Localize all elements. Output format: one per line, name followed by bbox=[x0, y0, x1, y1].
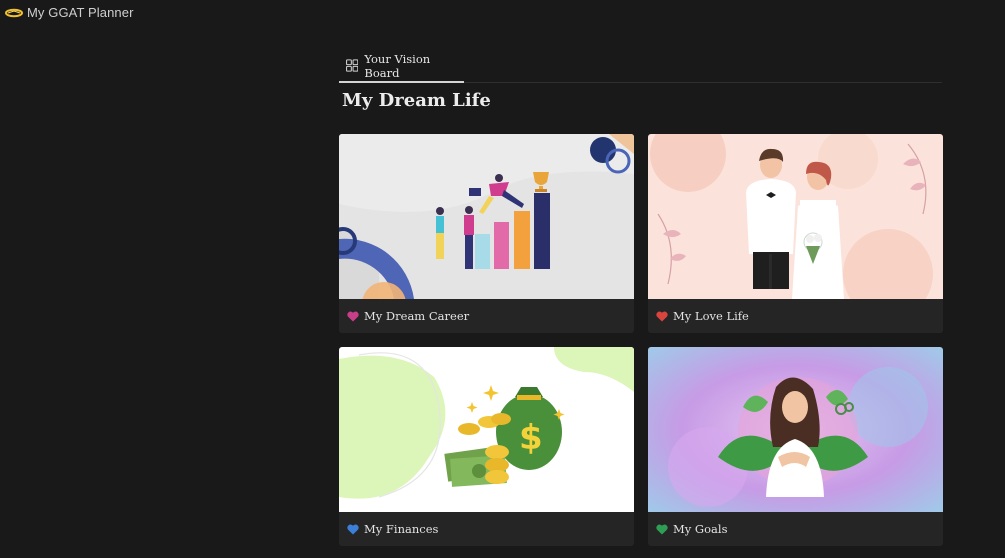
svg-text:$: $ bbox=[519, 418, 543, 458]
card-label: My Dream Career bbox=[364, 309, 470, 323]
gallery-grid-icon bbox=[346, 59, 359, 72]
blue-heart-icon bbox=[347, 524, 359, 534]
card-label-row: My Goals bbox=[648, 512, 943, 546]
card-label: My Finances bbox=[364, 522, 439, 536]
page-title: My Dream Life bbox=[342, 90, 491, 111]
love-cover-image bbox=[648, 134, 943, 299]
tab-label: Your Vision Board bbox=[364, 51, 431, 80]
card-label-row: My Finances bbox=[339, 512, 634, 546]
career-cover-image bbox=[339, 134, 634, 299]
card-my-dream-career[interactable]: My Dream Career bbox=[339, 134, 634, 333]
card-label: My Goals bbox=[673, 522, 728, 536]
view-tabs: Your Vision Board bbox=[339, 50, 942, 83]
finances-cover-image: $ bbox=[339, 347, 634, 512]
card-label: My Love Life bbox=[673, 309, 749, 323]
goals-cover-image bbox=[648, 347, 943, 512]
card-my-love-life[interactable]: My Love Life bbox=[648, 134, 943, 333]
halo-logo-icon bbox=[5, 8, 23, 18]
pink-heart-icon bbox=[347, 311, 359, 321]
app-title[interactable]: My GGAT Planner bbox=[27, 5, 134, 20]
card-label-row: My Love Life bbox=[648, 299, 943, 333]
card-label-row: My Dream Career bbox=[339, 299, 634, 333]
card-my-goals[interactable]: My Goals bbox=[648, 347, 943, 546]
card-my-finances[interactable]: $ My Finances bbox=[339, 347, 634, 546]
red-heart-icon bbox=[656, 311, 668, 321]
top-bar: My GGAT Planner bbox=[0, 0, 1005, 26]
tab-your-vision-board[interactable]: Your Vision Board bbox=[339, 50, 464, 83]
green-heart-icon bbox=[656, 524, 668, 534]
